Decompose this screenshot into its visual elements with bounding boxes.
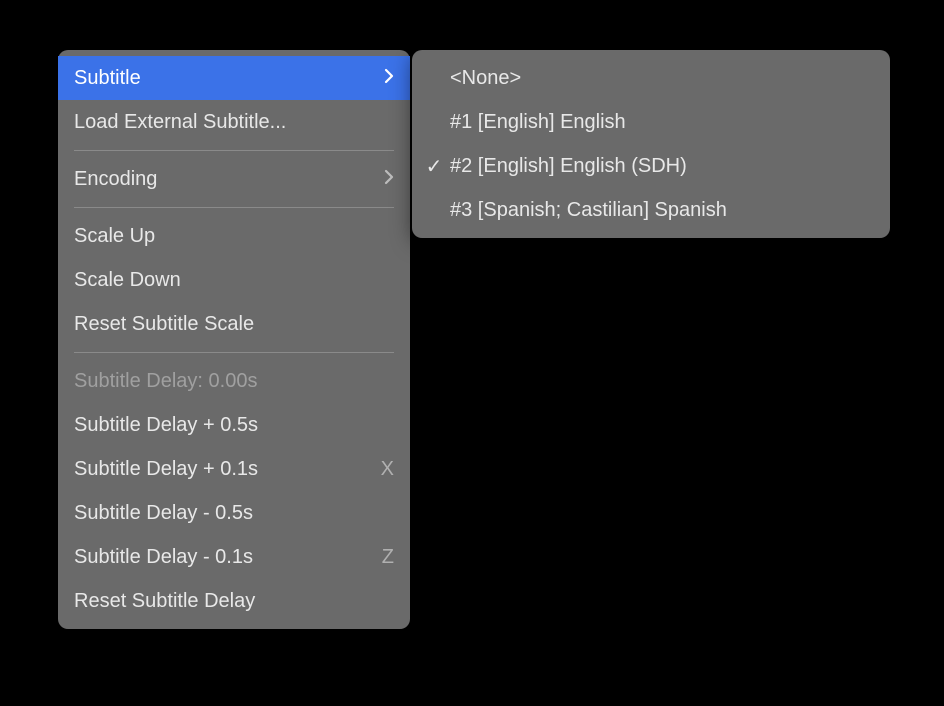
keyboard-shortcut: X	[381, 458, 394, 481]
submenu-label: #2 [English] English (SDH)	[448, 155, 874, 178]
submenu-label: #1 [English] English	[448, 111, 874, 134]
menu-label: Subtitle Delay - 0.1s	[74, 546, 382, 569]
submenu-item-none[interactable]: <None>	[412, 56, 890, 100]
keyboard-shortcut: Z	[382, 546, 394, 569]
submenu-label: <None>	[448, 67, 874, 90]
menu-label: Subtitle Delay + 0.1s	[74, 458, 381, 481]
menu-separator	[74, 150, 394, 151]
menu-label: Subtitle Delay + 0.5s	[74, 414, 394, 437]
chevron-right-icon	[384, 67, 394, 90]
submenu-item-track2[interactable]: ✓ #2 [English] English (SDH)	[412, 144, 890, 188]
menu-item-encoding[interactable]: Encoding	[58, 157, 410, 201]
submenu-item-track1[interactable]: #1 [English] English	[412, 100, 890, 144]
submenu-label: #3 [Spanish; Castilian] Spanish	[448, 199, 874, 222]
menu-item-scale-down[interactable]: Scale Down	[58, 258, 410, 302]
menu-item-delay-minus-01[interactable]: Subtitle Delay - 0.1s Z	[58, 535, 410, 579]
menu-item-load-external[interactable]: Load External Subtitle...	[58, 100, 410, 144]
menu-separator	[74, 207, 394, 208]
menu-item-reset-delay[interactable]: Reset Subtitle Delay	[58, 579, 410, 623]
menu-label: Reset Subtitle Delay	[74, 590, 394, 613]
menu-item-reset-scale[interactable]: Reset Subtitle Scale	[58, 302, 410, 346]
menu-item-scale-up[interactable]: Scale Up	[58, 214, 410, 258]
menu-label: Subtitle	[74, 67, 384, 90]
menu-item-delay-plus-01[interactable]: Subtitle Delay + 0.1s X	[58, 447, 410, 491]
subtitle-menu: Subtitle Load External Subtitle... Encod…	[58, 50, 410, 629]
menu-item-delay-status: Subtitle Delay: 0.00s	[58, 359, 410, 403]
menu-label: Scale Down	[74, 269, 394, 292]
menu-item-delay-plus-05[interactable]: Subtitle Delay + 0.5s	[58, 403, 410, 447]
submenu-item-track3[interactable]: #3 [Spanish; Castilian] Spanish	[412, 188, 890, 232]
subtitle-track-submenu: <None> #1 [English] English ✓ #2 [Englis…	[412, 50, 890, 238]
menu-label: Encoding	[74, 168, 384, 191]
chevron-right-icon	[384, 168, 394, 191]
menu-label: Subtitle Delay - 0.5s	[74, 502, 394, 525]
menu-item-delay-minus-05[interactable]: Subtitle Delay - 0.5s	[58, 491, 410, 535]
menu-label: Reset Subtitle Scale	[74, 313, 394, 336]
menu-item-subtitle[interactable]: Subtitle	[58, 56, 410, 100]
menu-label: Scale Up	[74, 225, 394, 248]
menu-label: Load External Subtitle...	[74, 111, 394, 134]
menu-separator	[74, 352, 394, 353]
checkmark-icon: ✓	[420, 154, 448, 179]
menu-label: Subtitle Delay: 0.00s	[74, 370, 394, 393]
